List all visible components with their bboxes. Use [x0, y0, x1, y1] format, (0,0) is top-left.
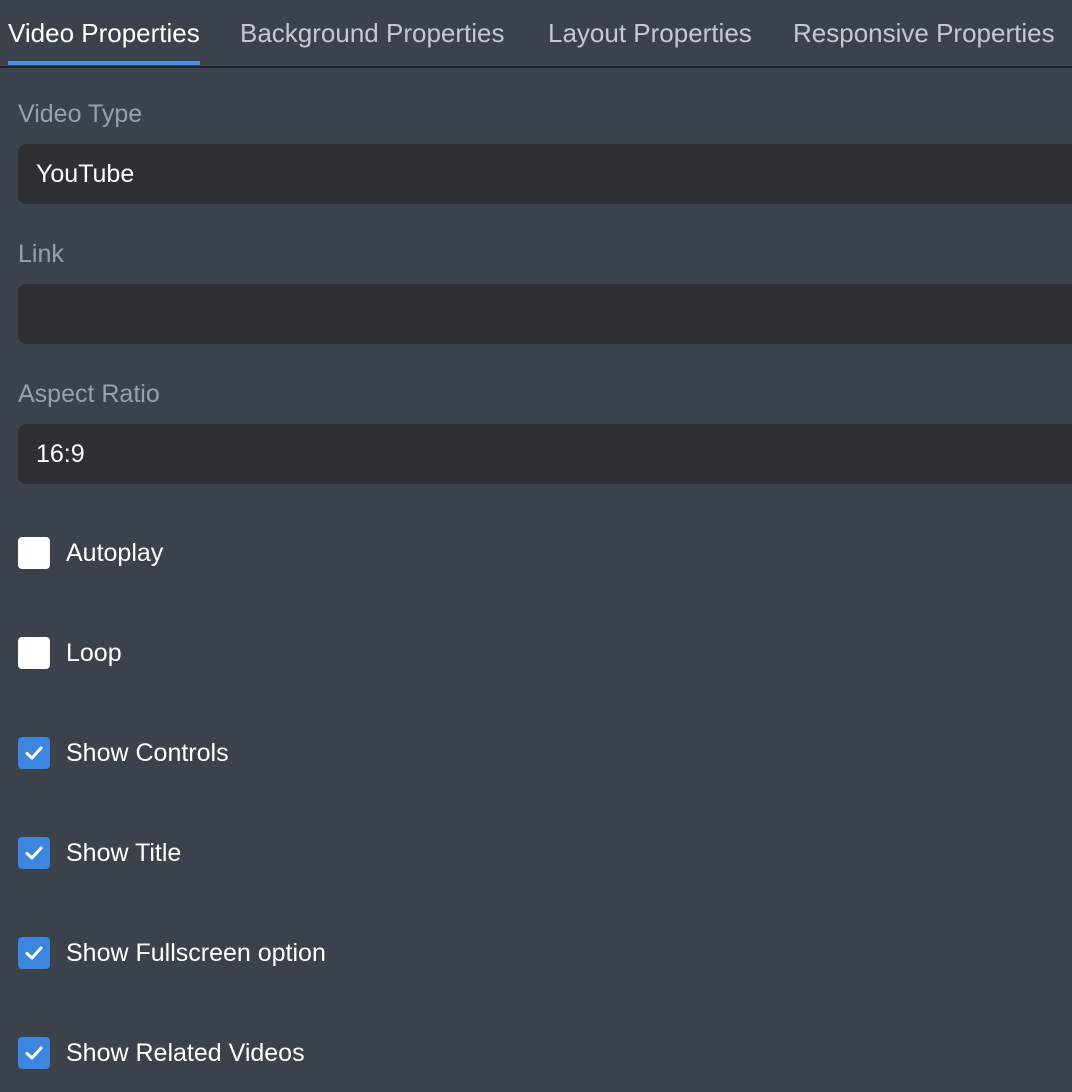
show-related-videos-checkbox[interactable]: [18, 1037, 50, 1069]
tab-responsive-properties[interactable]: Responsive Properties: [793, 0, 1055, 66]
loop-label: Loop: [66, 638, 122, 667]
tab-bar: Video Properties Background Properties L…: [0, 0, 1072, 68]
loop-checkbox[interactable]: [18, 637, 50, 669]
show-controls-checkbox[interactable]: [18, 737, 50, 769]
tab-video-properties[interactable]: Video Properties: [8, 0, 200, 66]
show-controls-option[interactable]: Show Controls: [18, 737, 229, 769]
checkmark-icon: [25, 846, 43, 860]
autoplay-checkbox[interactable]: [18, 537, 50, 569]
show-fullscreen-checkbox[interactable]: [18, 937, 50, 969]
show-related-videos-label: Show Related Videos: [66, 1038, 305, 1067]
autoplay-option[interactable]: Autoplay: [18, 537, 163, 569]
tab-background-properties[interactable]: Background Properties: [240, 0, 504, 66]
checkmark-icon: [25, 1046, 43, 1060]
link-input[interactable]: [18, 284, 1072, 344]
show-controls-label: Show Controls: [66, 738, 229, 767]
video-type-label: Video Type: [18, 100, 143, 128]
checkmark-icon: [25, 946, 43, 960]
aspect-ratio-label: Aspect Ratio: [18, 380, 160, 408]
autoplay-label: Autoplay: [66, 538, 164, 567]
aspect-ratio-select[interactable]: 16:9: [18, 424, 1072, 484]
tab-layout-properties[interactable]: Layout Properties: [548, 0, 752, 66]
show-fullscreen-option[interactable]: Show Fullscreen option: [18, 937, 326, 969]
link-label: Link: [18, 240, 64, 268]
show-fullscreen-label: Show Fullscreen option: [66, 938, 326, 967]
show-related-videos-option[interactable]: Show Related Videos: [18, 1037, 305, 1069]
active-tab-indicator: [8, 61, 200, 65]
show-title-option[interactable]: Show Title: [18, 837, 181, 869]
video-type-select[interactable]: YouTube: [18, 144, 1072, 204]
show-title-checkbox[interactable]: [18, 837, 50, 869]
loop-option[interactable]: Loop: [18, 637, 122, 669]
show-title-label: Show Title: [66, 838, 182, 867]
checkmark-icon: [25, 746, 43, 760]
